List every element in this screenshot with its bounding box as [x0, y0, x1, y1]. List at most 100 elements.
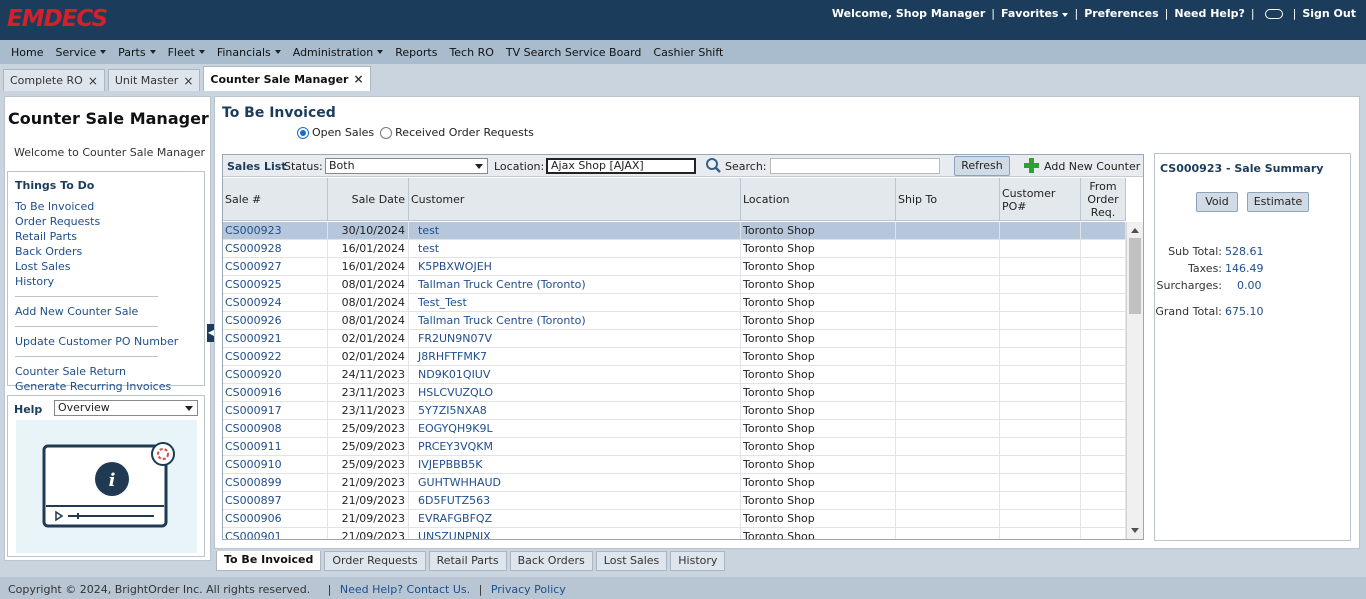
todo-link-history[interactable]: History: [15, 274, 204, 289]
table-row[interactable]: CS000922 02/01/2024 J8RHFTFMK7 Toronto Shop: [223, 348, 1126, 366]
cell-sale[interactable]: CS000908: [223, 420, 328, 438]
table-row[interactable]: CS000920 24/11/2023 ND9K01QIUV Toronto Shop: [223, 366, 1126, 384]
cell-sale[interactable]: CS000911: [223, 438, 328, 456]
table-row[interactable]: CS000910 25/09/2023 IVJEPBBB5K Toronto Shop: [223, 456, 1126, 474]
cell-sale[interactable]: CS000917: [223, 402, 328, 420]
help-topic-select[interactable]: Overview: [54, 400, 198, 416]
cell-customer[interactable]: Test_Test: [409, 294, 741, 312]
menu-reports[interactable]: Reports: [389, 46, 443, 59]
add-plus-icon[interactable]: [1024, 158, 1039, 176]
cell-customer[interactable]: HSLCVUZQLO: [409, 384, 741, 402]
menu-fleet[interactable]: Fleet: [162, 46, 211, 59]
bottom-tab-back-orders[interactable]: Back Orders: [509, 551, 593, 571]
cell-customer[interactable]: 6D5FUTZ563: [409, 492, 741, 510]
menu-tv-search-service-board[interactable]: TV Search Service Board: [500, 46, 648, 59]
menu-administration[interactable]: Administration: [287, 46, 390, 59]
column-header-customer-po[interactable]: Customer PO#: [1000, 178, 1081, 221]
help-video-thumbnail[interactable]: i: [16, 420, 197, 553]
cell-customer[interactable]: IVJEPBBB5K: [409, 456, 741, 474]
table-row[interactable]: CS000906 21/09/2023 EVRAFGBFQZ Toronto Shop: [223, 510, 1126, 528]
tab-unit-master[interactable]: Unit Master ×: [107, 69, 201, 91]
estimate-button[interactable]: Estimate: [1247, 192, 1309, 212]
table-row[interactable]: CS000911 25/09/2023 PRCEY3VQKM Toronto Shop: [223, 438, 1126, 456]
update-customer-po-link[interactable]: Update Customer PO Number: [15, 334, 204, 349]
void-button[interactable]: Void: [1196, 192, 1238, 212]
todo-link-order-requests[interactable]: Order Requests: [15, 214, 204, 229]
scroll-thumb[interactable]: [1129, 238, 1141, 314]
table-row[interactable]: CS000923 30/10/2024 test Toronto Shop: [223, 222, 1126, 240]
cell-sale[interactable]: CS000906: [223, 510, 328, 528]
cell-sale[interactable]: CS000924: [223, 294, 328, 312]
todo-link-to-be-invoiced[interactable]: To Be Invoiced: [15, 199, 204, 214]
add-new-counter-sale-link[interactable]: Add New Counter Sale: [15, 304, 204, 319]
cell-customer[interactable]: J8RHFTFMK7: [409, 348, 741, 366]
column-header-sale[interactable]: Sale #: [223, 178, 328, 221]
column-header-location[interactable]: Location: [741, 178, 896, 221]
menu-service[interactable]: Service: [49, 46, 112, 59]
sign-out-link[interactable]: Sign Out: [1298, 7, 1360, 20]
todo-link-generate-recurring-invoices[interactable]: Generate Recurring Invoices: [15, 379, 204, 394]
table-row[interactable]: CS000897 21/09/2023 6D5FUTZ563 Toronto Shop: [223, 492, 1126, 510]
tab-counter-sale-manager[interactable]: Counter Sale Manager ×: [203, 66, 371, 91]
cell-sale[interactable]: CS000926: [223, 312, 328, 330]
preferences-link[interactable]: Preferences: [1080, 7, 1162, 20]
cell-sale[interactable]: CS000897: [223, 492, 328, 510]
table-row[interactable]: CS000916 23/11/2023 HSLCVUZQLO Toronto Shop: [223, 384, 1126, 402]
cell-sale[interactable]: CS000922: [223, 348, 328, 366]
bottom-tab-retail-parts[interactable]: Retail Parts: [428, 551, 507, 571]
table-row[interactable]: CS000917 23/11/2023 5Y7ZI5NXA8 Toronto Shop: [223, 402, 1126, 420]
cell-sale[interactable]: CS000923: [223, 222, 328, 240]
todo-link-retail-parts[interactable]: Retail Parts: [15, 229, 204, 244]
cell-sale[interactable]: CS000925: [223, 276, 328, 294]
add-new-counter-sale-link[interactable]: Add New Counter Sa: [1044, 160, 1143, 173]
cell-customer[interactable]: UNSZUNPNIX: [409, 528, 741, 539]
table-row[interactable]: CS000901 21/09/2023 UNSZUNPNIX Toronto Shop: [223, 528, 1126, 539]
table-row[interactable]: CS000928 16/01/2024 test Toronto Shop: [223, 240, 1126, 258]
column-header-customer[interactable]: Customer: [409, 178, 741, 221]
bottom-tab-lost-sales[interactable]: Lost Sales: [595, 551, 668, 571]
chat-icon[interactable]: [1264, 8, 1283, 19]
cell-customer[interactable]: test: [409, 240, 741, 258]
bottom-tab-to-be-invoiced[interactable]: To Be Invoiced: [216, 551, 322, 571]
privacy-policy-link[interactable]: Privacy Policy: [491, 583, 566, 596]
column-header-ship-to[interactable]: Ship To: [896, 178, 1000, 221]
cell-sale[interactable]: CS000927: [223, 258, 328, 276]
refresh-button[interactable]: Refresh: [954, 156, 1010, 176]
cell-customer[interactable]: EVRAFGBFQZ: [409, 510, 741, 528]
cell-customer[interactable]: 5Y7ZI5NXA8: [409, 402, 741, 420]
menu-tech-ro[interactable]: Tech RO: [443, 46, 499, 59]
table-row[interactable]: CS000926 08/01/2024 Tallman Truck Centre (…: [223, 312, 1126, 330]
grid-scrollbar[interactable]: [1126, 222, 1143, 539]
table-row[interactable]: CS000899 21/09/2023 GUHTWHHAUD Toronto Shop: [223, 474, 1126, 492]
close-icon[interactable]: ×: [183, 74, 193, 88]
scroll-up-arrow-icon[interactable]: [1131, 228, 1139, 233]
open-sales-radio[interactable]: [297, 126, 309, 139]
location-input[interactable]: Ajax Shop [AJAX]: [546, 158, 696, 174]
todo-link-counter-sale-return[interactable]: Counter Sale Return: [15, 364, 204, 379]
menu-home[interactable]: Home: [5, 46, 49, 59]
cell-sale[interactable]: CS000910: [223, 456, 328, 474]
table-row[interactable]: CS000924 08/01/2024 Test_Test Toronto Shop: [223, 294, 1126, 312]
tab-complete-ro[interactable]: Complete RO ×: [3, 69, 105, 91]
column-header-sale-date[interactable]: Sale Date: [328, 178, 409, 221]
cell-sale[interactable]: CS000901: [223, 528, 328, 539]
status-select[interactable]: Both: [325, 158, 488, 174]
menu-financials[interactable]: Financials: [211, 46, 287, 59]
cell-customer[interactable]: ND9K01QIUV: [409, 366, 741, 384]
scroll-down-arrow-icon[interactable]: [1131, 528, 1139, 533]
table-row[interactable]: CS000921 02/01/2024 FR2UN9N07V Toronto Shop: [223, 330, 1126, 348]
table-row[interactable]: CS000908 25/09/2023 EOGYQH9K9L Toronto Shop: [223, 420, 1126, 438]
cell-customer[interactable]: PRCEY3VQKM: [409, 438, 741, 456]
table-row[interactable]: CS000927 16/01/2024 K5PBXWOJEH Toronto Shop: [223, 258, 1126, 276]
menu-cashier-shift[interactable]: Cashier Shift: [647, 46, 729, 59]
menu-parts[interactable]: Parts: [112, 46, 161, 59]
table-row[interactable]: CS000925 08/01/2024 Tallman Truck Centre (…: [223, 276, 1126, 294]
todo-link-back-orders[interactable]: Back Orders: [15, 244, 204, 259]
cell-customer[interactable]: GUHTWHHAUD: [409, 474, 741, 492]
cell-customer[interactable]: K5PBXWOJEH: [409, 258, 741, 276]
cell-sale[interactable]: CS000899: [223, 474, 328, 492]
cell-customer[interactable]: test: [409, 222, 741, 240]
emdecs-logo[interactable]: EMDECS: [7, 6, 108, 32]
close-icon[interactable]: ×: [88, 74, 98, 88]
close-icon[interactable]: ×: [353, 72, 363, 86]
